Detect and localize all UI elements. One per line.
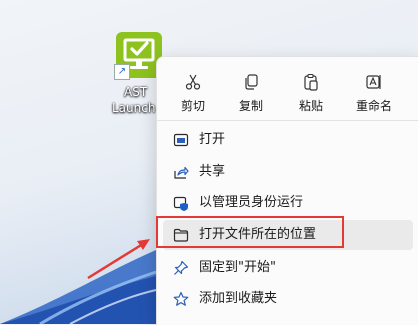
- menu-item-label: 固定到"开始": [199, 260, 276, 275]
- menu-item-label: 添加到收藏夹: [199, 291, 278, 306]
- desktop-shortcut-ast-launcher[interactable]: ↗ AST Launch: [106, 28, 162, 120]
- copy-button[interactable]: 复制: [223, 63, 279, 117]
- paste-icon: [304, 73, 318, 91]
- menu-item-add-to-favorites[interactable]: 添加到收藏夹: [163, 284, 413, 314]
- rename-label: 重命名: [355, 99, 392, 113]
- admin-shield-icon: [173, 196, 188, 211]
- shortcut-arrow-icon: ↗: [114, 64, 130, 80]
- menu-divider: [157, 120, 418, 121]
- cut-button[interactable]: 剪切: [165, 63, 221, 117]
- pin-icon: [174, 260, 189, 275]
- open-app-icon: [173, 133, 189, 147]
- paste-label: 粘贴: [298, 99, 323, 113]
- paste-button[interactable]: 粘贴: [283, 63, 339, 117]
- share-icon: [174, 166, 189, 179]
- context-menu: 剪切 复制 粘贴 重命名 打开 共享 以管理员身份运行 打开文件所在的位置 固定…: [156, 56, 418, 325]
- rename-icon: [366, 75, 381, 89]
- cut-label: 剪切: [180, 99, 205, 113]
- copy-icon: [245, 74, 258, 90]
- star-icon: [173, 291, 189, 306]
- menu-item-open[interactable]: 打开: [163, 125, 413, 155]
- menu-item-run-as-admin[interactable]: 以管理员身份运行: [163, 188, 413, 218]
- menu-item-label: 以管理员身份运行: [199, 195, 304, 210]
- scissors-icon: [185, 74, 201, 90]
- copy-label: 复制: [238, 99, 263, 113]
- quick-actions-row: 剪切 复制 粘贴 重命名: [157, 63, 418, 119]
- menu-item-label: 打开: [199, 132, 226, 147]
- menu-item-share[interactable]: 共享: [163, 157, 413, 187]
- red-highlight-box: [156, 216, 344, 248]
- menu-item-label: 共享: [199, 164, 226, 179]
- rename-button[interactable]: 重命名: [341, 63, 407, 117]
- menu-item-pin-to-start[interactable]: 固定到"开始": [163, 253, 413, 283]
